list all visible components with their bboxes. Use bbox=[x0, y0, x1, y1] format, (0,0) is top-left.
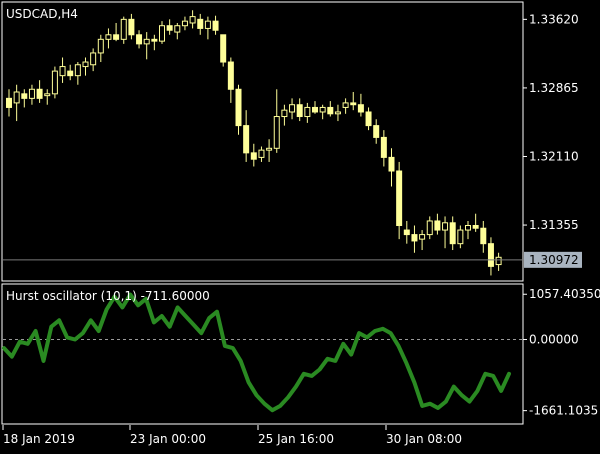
candle-body-bear bbox=[212, 20, 219, 31]
candle-body-bear bbox=[396, 170, 403, 227]
candle-body-bear bbox=[151, 38, 158, 42]
candle-body-bear bbox=[434, 220, 441, 231]
candle-body-bear bbox=[67, 70, 74, 77]
candle-body-bull bbox=[342, 102, 349, 108]
candle-body-bull bbox=[51, 70, 58, 95]
candle-body-bear bbox=[235, 88, 242, 127]
price-tick-label: 1.32110 bbox=[529, 149, 579, 163]
candle-body-bull bbox=[105, 34, 112, 40]
bid-line-group: 1.30972 bbox=[3, 251, 582, 268]
indicator-tick-label: 1057.40350 bbox=[529, 287, 600, 301]
symbol-title: USDCAD,H4 bbox=[6, 7, 78, 21]
candle-body-bear bbox=[411, 234, 418, 242]
candle-body-bull bbox=[457, 229, 464, 245]
candle-body-bear bbox=[403, 229, 410, 236]
candle-body-bear bbox=[243, 125, 250, 154]
oscillator-line bbox=[2, 292, 511, 413]
trading-chart-window: 1.33620 1.32865 1.32110 1.31355 1.30972 USD… bbox=[0, 0, 600, 450]
candle-body-bull bbox=[189, 16, 196, 24]
candle-body-bear bbox=[480, 227, 487, 245]
indicator-tick-label: 0.00000 bbox=[529, 333, 579, 347]
candle-body-bear bbox=[166, 25, 173, 31]
candle-body-bull bbox=[465, 225, 471, 231]
candle-body-bull bbox=[159, 25, 165, 42]
candle-body-bear bbox=[296, 104, 303, 118]
candle-body-bear bbox=[250, 152, 257, 160]
price-tick-label: 1.33620 bbox=[529, 12, 579, 26]
candle-body-bear bbox=[472, 225, 479, 229]
candle-body-bull bbox=[97, 38, 104, 54]
candle-body-bear bbox=[113, 34, 120, 40]
time-axis: 18 Jan 2019 23 Jan 00:00 25 Jan 16:00 30 Ja… bbox=[2, 425, 462, 446]
candle-body-bull bbox=[204, 20, 211, 29]
candle-body-bull bbox=[258, 149, 265, 158]
candlestick-series bbox=[6, 10, 502, 276]
indicator-tick-label: -1661.1035 bbox=[529, 404, 598, 418]
price-tick-label: 1.31355 bbox=[529, 218, 579, 232]
candle-body-bear bbox=[388, 156, 395, 172]
candle-body-bull bbox=[442, 222, 449, 231]
candle-body-bear bbox=[136, 34, 143, 45]
candle-body-bear bbox=[357, 104, 364, 113]
candle-body-bull bbox=[426, 220, 433, 236]
candle-body-bull bbox=[289, 104, 296, 113]
candle-body-bear bbox=[36, 88, 43, 99]
price-axis: 1.33620 1.32865 1.32110 1.31355 bbox=[523, 12, 579, 232]
time-tick-label: 25 Jan 16:00 bbox=[258, 432, 334, 446]
candle-body-bear bbox=[220, 34, 227, 63]
candle-body-bear bbox=[449, 222, 456, 245]
current-price-label: 1.30972 bbox=[529, 253, 579, 267]
candle-body-bull bbox=[319, 106, 326, 113]
time-tick-label: 23 Jan 00:00 bbox=[130, 432, 206, 446]
candle-body-bear bbox=[380, 136, 387, 158]
candle-body-bull bbox=[334, 111, 341, 115]
candle-body-bull bbox=[120, 18, 127, 40]
candle-body-bear bbox=[327, 106, 334, 115]
candle-body-bull bbox=[28, 88, 35, 99]
candle-body-bull bbox=[74, 64, 81, 77]
candle-body-bear bbox=[487, 243, 494, 267]
time-tick-label: 18 Jan 2019 bbox=[3, 432, 75, 446]
indicator-axis: 1057.40350 0.00000 -1661.1035 bbox=[3, 287, 600, 418]
candle-body-bear bbox=[197, 18, 204, 29]
candle-body-bear bbox=[312, 106, 318, 113]
time-tick-label: 30 Jan 08:00 bbox=[386, 432, 462, 446]
candle-body-bear bbox=[6, 97, 12, 108]
candle-body-bull bbox=[266, 147, 273, 151]
candle-body-bull bbox=[419, 234, 426, 240]
candle-body-bull bbox=[181, 20, 188, 27]
candle-body-bull bbox=[273, 116, 280, 149]
candle-body-bull bbox=[90, 52, 97, 66]
candle-body-bear bbox=[365, 111, 372, 127]
candle-body-bull bbox=[174, 25, 181, 33]
candle-body-bull bbox=[44, 93, 51, 97]
candle-body-bear bbox=[227, 61, 234, 90]
candle-body-bear bbox=[21, 93, 28, 99]
candle-body-bear bbox=[373, 125, 380, 138]
candle-body-bull bbox=[59, 66, 66, 77]
candle-body-bull bbox=[495, 256, 502, 266]
candle-body-bull bbox=[304, 106, 311, 118]
candle-body-bear bbox=[350, 102, 357, 106]
chart-canvas: 1.33620 1.32865 1.32110 1.31355 1.30972 USD… bbox=[1, 1, 600, 446]
oscillator-series bbox=[2, 292, 511, 413]
indicator-title: Hurst oscillator (10,1) -711.60000 bbox=[6, 289, 210, 303]
candle-body-bull bbox=[82, 61, 89, 68]
candle-body-bull bbox=[13, 91, 20, 104]
candle-body-bull bbox=[143, 38, 150, 45]
candle-body-bull bbox=[281, 109, 288, 118]
price-tick-label: 1.32865 bbox=[529, 81, 579, 95]
candle-body-bear bbox=[128, 18, 135, 36]
